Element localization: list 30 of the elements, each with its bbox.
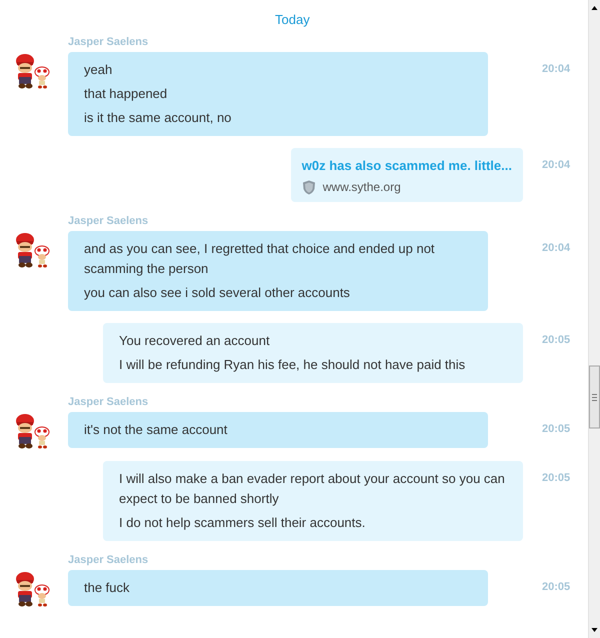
- link-domain: www.sythe.org: [322, 179, 401, 196]
- avatar-drawing: [14, 413, 50, 449]
- message-time: 20:04: [542, 62, 570, 75]
- scrollbar[interactable]: [588, 0, 600, 638]
- message-time: 20:05: [542, 422, 570, 435]
- sender-name: Jasper Saelens: [68, 553, 150, 567]
- message-time: 20:05: [542, 580, 570, 593]
- message-text: it's not the same account: [84, 421, 228, 439]
- message-text: I will also make a ban evader report about your account so you can expect to be banned shortly: [119, 470, 506, 508]
- message-text: You recovered an account: [119, 332, 271, 350]
- message-time: 20:04: [542, 158, 570, 171]
- message-time: 20:05: [542, 333, 570, 346]
- avatar-drawing: [14, 53, 50, 89]
- date-separator: Today: [275, 11, 310, 29]
- message-text: that happened: [84, 85, 168, 103]
- avatar-drawing: [14, 571, 50, 607]
- sender-name: Jasper Saelens: [68, 214, 150, 228]
- sender-name: Jasper Saelens: [68, 395, 150, 409]
- message-time: 20:05: [542, 471, 570, 484]
- message-text: the fuck: [84, 579, 131, 597]
- sender-name: Jasper Saelens: [68, 35, 150, 49]
- message-text: you can also see i sold several other accounts: [84, 284, 351, 302]
- message-text: I do not help scammers sell their accounts.: [119, 514, 366, 532]
- message-time: 20:04: [542, 241, 570, 254]
- link-preview-card[interactable]: w0z has also scammed me. little... www.sythe.org: [290, 148, 523, 202]
- message-text: I will be refunding Ryan his fee, he should not have paid this: [119, 356, 466, 374]
- avatar-drawing: [14, 232, 50, 268]
- shield-icon: [302, 180, 316, 194]
- message-text: yeah: [84, 61, 114, 79]
- message-text: is it the same account, no: [84, 109, 232, 127]
